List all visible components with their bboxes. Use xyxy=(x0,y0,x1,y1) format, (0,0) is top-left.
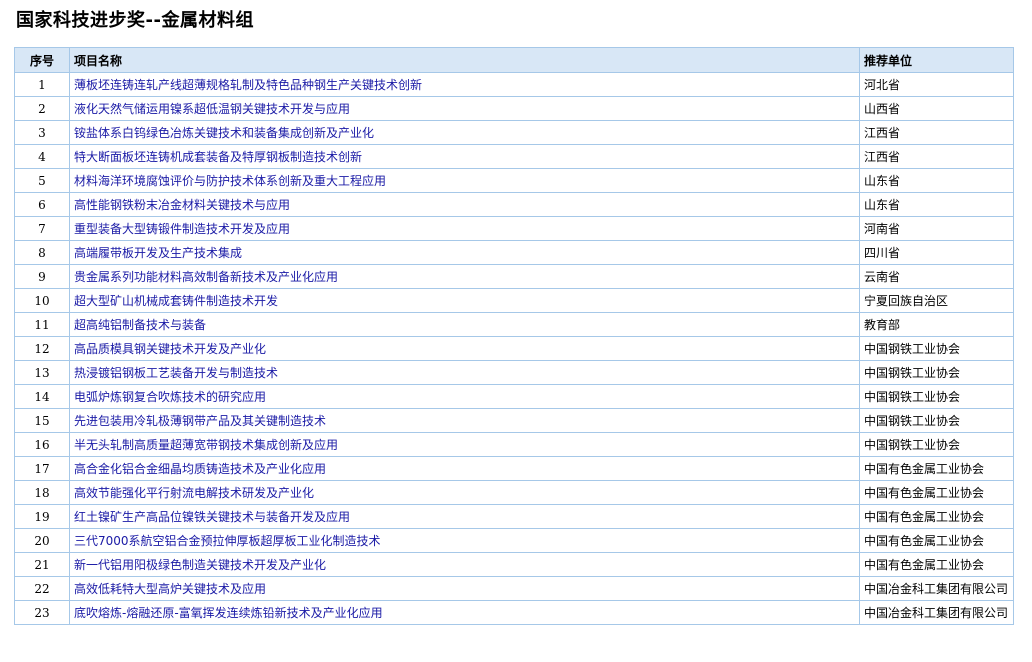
project-name-link[interactable]: 铵盐体系白钨绿色冶炼关键技术和装备集成创新及产业化 xyxy=(69,120,860,145)
page-title: 国家科技进步奖--金属材料组 xyxy=(16,10,254,31)
table-body: 1 薄板坯连铸连轧产线超薄规格轧制及特色品种钢生产关键技术创新 河北省 2 液化天然气储… xyxy=(14,72,1014,625)
recommending-unit: 山东省 xyxy=(859,168,1014,193)
project-name-link[interactable]: 高性能钢铁粉末冶金材料关键技术与应用 xyxy=(69,192,860,217)
row-number: 8 xyxy=(14,240,70,265)
project-name-link[interactable]: 薄板坯连铸连轧产线超薄规格轧制及特色品种钢生产关键技术创新 xyxy=(69,72,860,97)
project-name-link[interactable]: 先进包装用冷轧极薄钢带产品及其关键制造技术 xyxy=(69,408,860,433)
awards-table: 序号 项目名称 推荐单位 1 薄板坯连铸连轧产线超薄规格轧制及特色品种钢生产关键技… xyxy=(14,47,1014,625)
table-row: 13 热浸镀铝钢板工艺装备开发与制造技术 中国钢铁工业协会 xyxy=(14,360,1014,385)
recommending-unit: 中国钢铁工业协会 xyxy=(859,336,1014,361)
table-row: 1 薄板坯连铸连轧产线超薄规格轧制及特色品种钢生产关键技术创新 河北省 xyxy=(14,72,1014,97)
project-name-link[interactable]: 贵金属系列功能材料高效制备新技术及产业化应用 xyxy=(69,264,860,289)
row-number: 19 xyxy=(14,504,70,529)
project-name-link[interactable]: 高效低耗特大型高炉关键技术及应用 xyxy=(69,576,860,601)
recommending-unit: 中国有色金属工业协会 xyxy=(859,504,1014,529)
table-row: 5 材料海洋环境腐蚀评价与防护技术体系创新及重大工程应用 山东省 xyxy=(14,168,1014,193)
table-row: 12 高品质模具钢关键技术开发及产业化 中国钢铁工业协会 xyxy=(14,336,1014,361)
table-row: 3 铵盐体系白钨绿色冶炼关键技术和装备集成创新及产业化 江西省 xyxy=(14,120,1014,145)
row-number: 17 xyxy=(14,456,70,481)
table-row: 2 液化天然气储运用镍系超低温钢关键技术开发与应用 山西省 xyxy=(14,96,1014,121)
project-name-link[interactable]: 特大断面板坯连铸机成套装备及特厚钢板制造技术创新 xyxy=(69,144,860,169)
table-row: 14 电弧炉炼钢复合吹炼技术的研究应用 中国钢铁工业协会 xyxy=(14,384,1014,409)
project-name-link[interactable]: 液化天然气储运用镍系超低温钢关键技术开发与应用 xyxy=(69,96,860,121)
recommending-unit: 山东省 xyxy=(859,192,1014,217)
table-row: 6 高性能钢铁粉末冶金材料关键技术与应用 山东省 xyxy=(14,192,1014,217)
table-header-row: 序号 项目名称 推荐单位 xyxy=(14,47,1014,73)
project-name-link[interactable]: 高效节能强化平行射流电解技术研发及产业化 xyxy=(69,480,860,505)
row-number: 14 xyxy=(14,384,70,409)
project-name-link[interactable]: 底吹熔炼-熔融还原-富氧挥发连续炼铅新技术及产业化应用 xyxy=(69,600,860,625)
project-name-link[interactable]: 材料海洋环境腐蚀评价与防护技术体系创新及重大工程应用 xyxy=(69,168,860,193)
table-row: 4 特大断面板坯连铸机成套装备及特厚钢板制造技术创新 江西省 xyxy=(14,144,1014,169)
recommending-unit: 中国有色金属工业协会 xyxy=(859,528,1014,553)
recommending-unit: 中国有色金属工业协会 xyxy=(859,456,1014,481)
row-number: 16 xyxy=(14,432,70,457)
recommending-unit: 中国钢铁工业协会 xyxy=(859,432,1014,457)
row-number: 10 xyxy=(14,288,70,313)
table-row: 15 先进包装用冷轧极薄钢带产品及其关键制造技术 中国钢铁工业协会 xyxy=(14,408,1014,433)
project-name-link[interactable]: 超高纯铝制备技术与装备 xyxy=(69,312,860,337)
table-row: 23 底吹熔炼-熔融还原-富氧挥发连续炼铅新技术及产业化应用 中国冶金科工集团有限公… xyxy=(14,600,1014,625)
row-number: 13 xyxy=(14,360,70,385)
recommending-unit: 中国钢铁工业协会 xyxy=(859,384,1014,409)
row-number: 2 xyxy=(14,96,70,121)
header-project-name: 项目名称 xyxy=(69,47,860,73)
table-row: 17 高合金化铝合金细晶均质铸造技术及产业化应用 中国有色金属工业协会 xyxy=(14,456,1014,481)
row-number: 3 xyxy=(14,120,70,145)
row-number: 15 xyxy=(14,408,70,433)
project-name-link[interactable]: 红土镍矿生产高品位镍铁关键技术与装备开发及应用 xyxy=(69,504,860,529)
row-number: 20 xyxy=(14,528,70,553)
row-number: 4 xyxy=(14,144,70,169)
project-name-link[interactable]: 重型装备大型铸锻件制造技术开发及应用 xyxy=(69,216,860,241)
recommending-unit: 宁夏回族自治区 xyxy=(859,288,1014,313)
recommending-unit: 教育部 xyxy=(859,312,1014,337)
project-name-link[interactable]: 电弧炉炼钢复合吹炼技术的研究应用 xyxy=(69,384,860,409)
row-number: 6 xyxy=(14,192,70,217)
recommending-unit: 中国冶金科工集团有限公司 xyxy=(859,600,1014,625)
recommending-unit: 山西省 xyxy=(859,96,1014,121)
project-name-link[interactable]: 高合金化铝合金细晶均质铸造技术及产业化应用 xyxy=(69,456,860,481)
project-name-link[interactable]: 高品质模具钢关键技术开发及产业化 xyxy=(69,336,860,361)
recommending-unit: 云南省 xyxy=(859,264,1014,289)
row-number: 9 xyxy=(14,264,70,289)
project-name-link[interactable]: 半无头轧制高质量超薄宽带钢技术集成创新及应用 xyxy=(69,432,860,457)
table-row: 22 高效低耗特大型高炉关键技术及应用 中国冶金科工集团有限公司 xyxy=(14,576,1014,601)
row-number: 21 xyxy=(14,552,70,577)
row-number: 23 xyxy=(14,600,70,625)
header-recommending-unit: 推荐单位 xyxy=(859,47,1014,73)
project-name-link[interactable]: 三代7000系航空铝合金预拉伸厚板超厚板工业化制造技术 xyxy=(69,528,860,553)
table-row: 20 三代7000系航空铝合金预拉伸厚板超厚板工业化制造技术 中国有色金属工业协会 xyxy=(14,528,1014,553)
project-name-link[interactable]: 新一代铝用阳极绿色制造关键技术开发及产业化 xyxy=(69,552,860,577)
table-row: 7 重型装备大型铸锻件制造技术开发及应用 河南省 xyxy=(14,216,1014,241)
table-row: 21 新一代铝用阳极绿色制造关键技术开发及产业化 中国有色金属工业协会 xyxy=(14,552,1014,577)
row-number: 22 xyxy=(14,576,70,601)
table-row: 18 高效节能强化平行射流电解技术研发及产业化 中国有色金属工业协会 xyxy=(14,480,1014,505)
table-row: 10 超大型矿山机械成套铸件制造技术开发 宁夏回族自治区 xyxy=(14,288,1014,313)
recommending-unit: 河北省 xyxy=(859,72,1014,97)
project-name-link[interactable]: 高端履带板开发及生产技术集成 xyxy=(69,240,860,265)
row-number: 11 xyxy=(14,312,70,337)
row-number: 7 xyxy=(14,216,70,241)
recommending-unit: 江西省 xyxy=(859,120,1014,145)
recommending-unit: 江西省 xyxy=(859,144,1014,169)
row-number: 5 xyxy=(14,168,70,193)
row-number: 18 xyxy=(14,480,70,505)
recommending-unit: 中国钢铁工业协会 xyxy=(859,360,1014,385)
table-row: 19 红土镍矿生产高品位镍铁关键技术与装备开发及应用 中国有色金属工业协会 xyxy=(14,504,1014,529)
recommending-unit: 四川省 xyxy=(859,240,1014,265)
project-name-link[interactable]: 热浸镀铝钢板工艺装备开发与制造技术 xyxy=(69,360,860,385)
project-name-link[interactable]: 超大型矿山机械成套铸件制造技术开发 xyxy=(69,288,860,313)
recommending-unit: 河南省 xyxy=(859,216,1014,241)
row-number: 1 xyxy=(14,72,70,97)
recommending-unit: 中国冶金科工集团有限公司 xyxy=(859,576,1014,601)
recommending-unit: 中国钢铁工业协会 xyxy=(859,408,1014,433)
header-number: 序号 xyxy=(14,47,70,73)
row-number: 12 xyxy=(14,336,70,361)
table-row: 9 贵金属系列功能材料高效制备新技术及产业化应用 云南省 xyxy=(14,264,1014,289)
recommending-unit: 中国有色金属工业协会 xyxy=(859,480,1014,505)
table-row: 16 半无头轧制高质量超薄宽带钢技术集成创新及应用 中国钢铁工业协会 xyxy=(14,432,1014,457)
table-row: 8 高端履带板开发及生产技术集成 四川省 xyxy=(14,240,1014,265)
table-row: 11 超高纯铝制备技术与装备 教育部 xyxy=(14,312,1014,337)
recommending-unit: 中国有色金属工业协会 xyxy=(859,552,1014,577)
